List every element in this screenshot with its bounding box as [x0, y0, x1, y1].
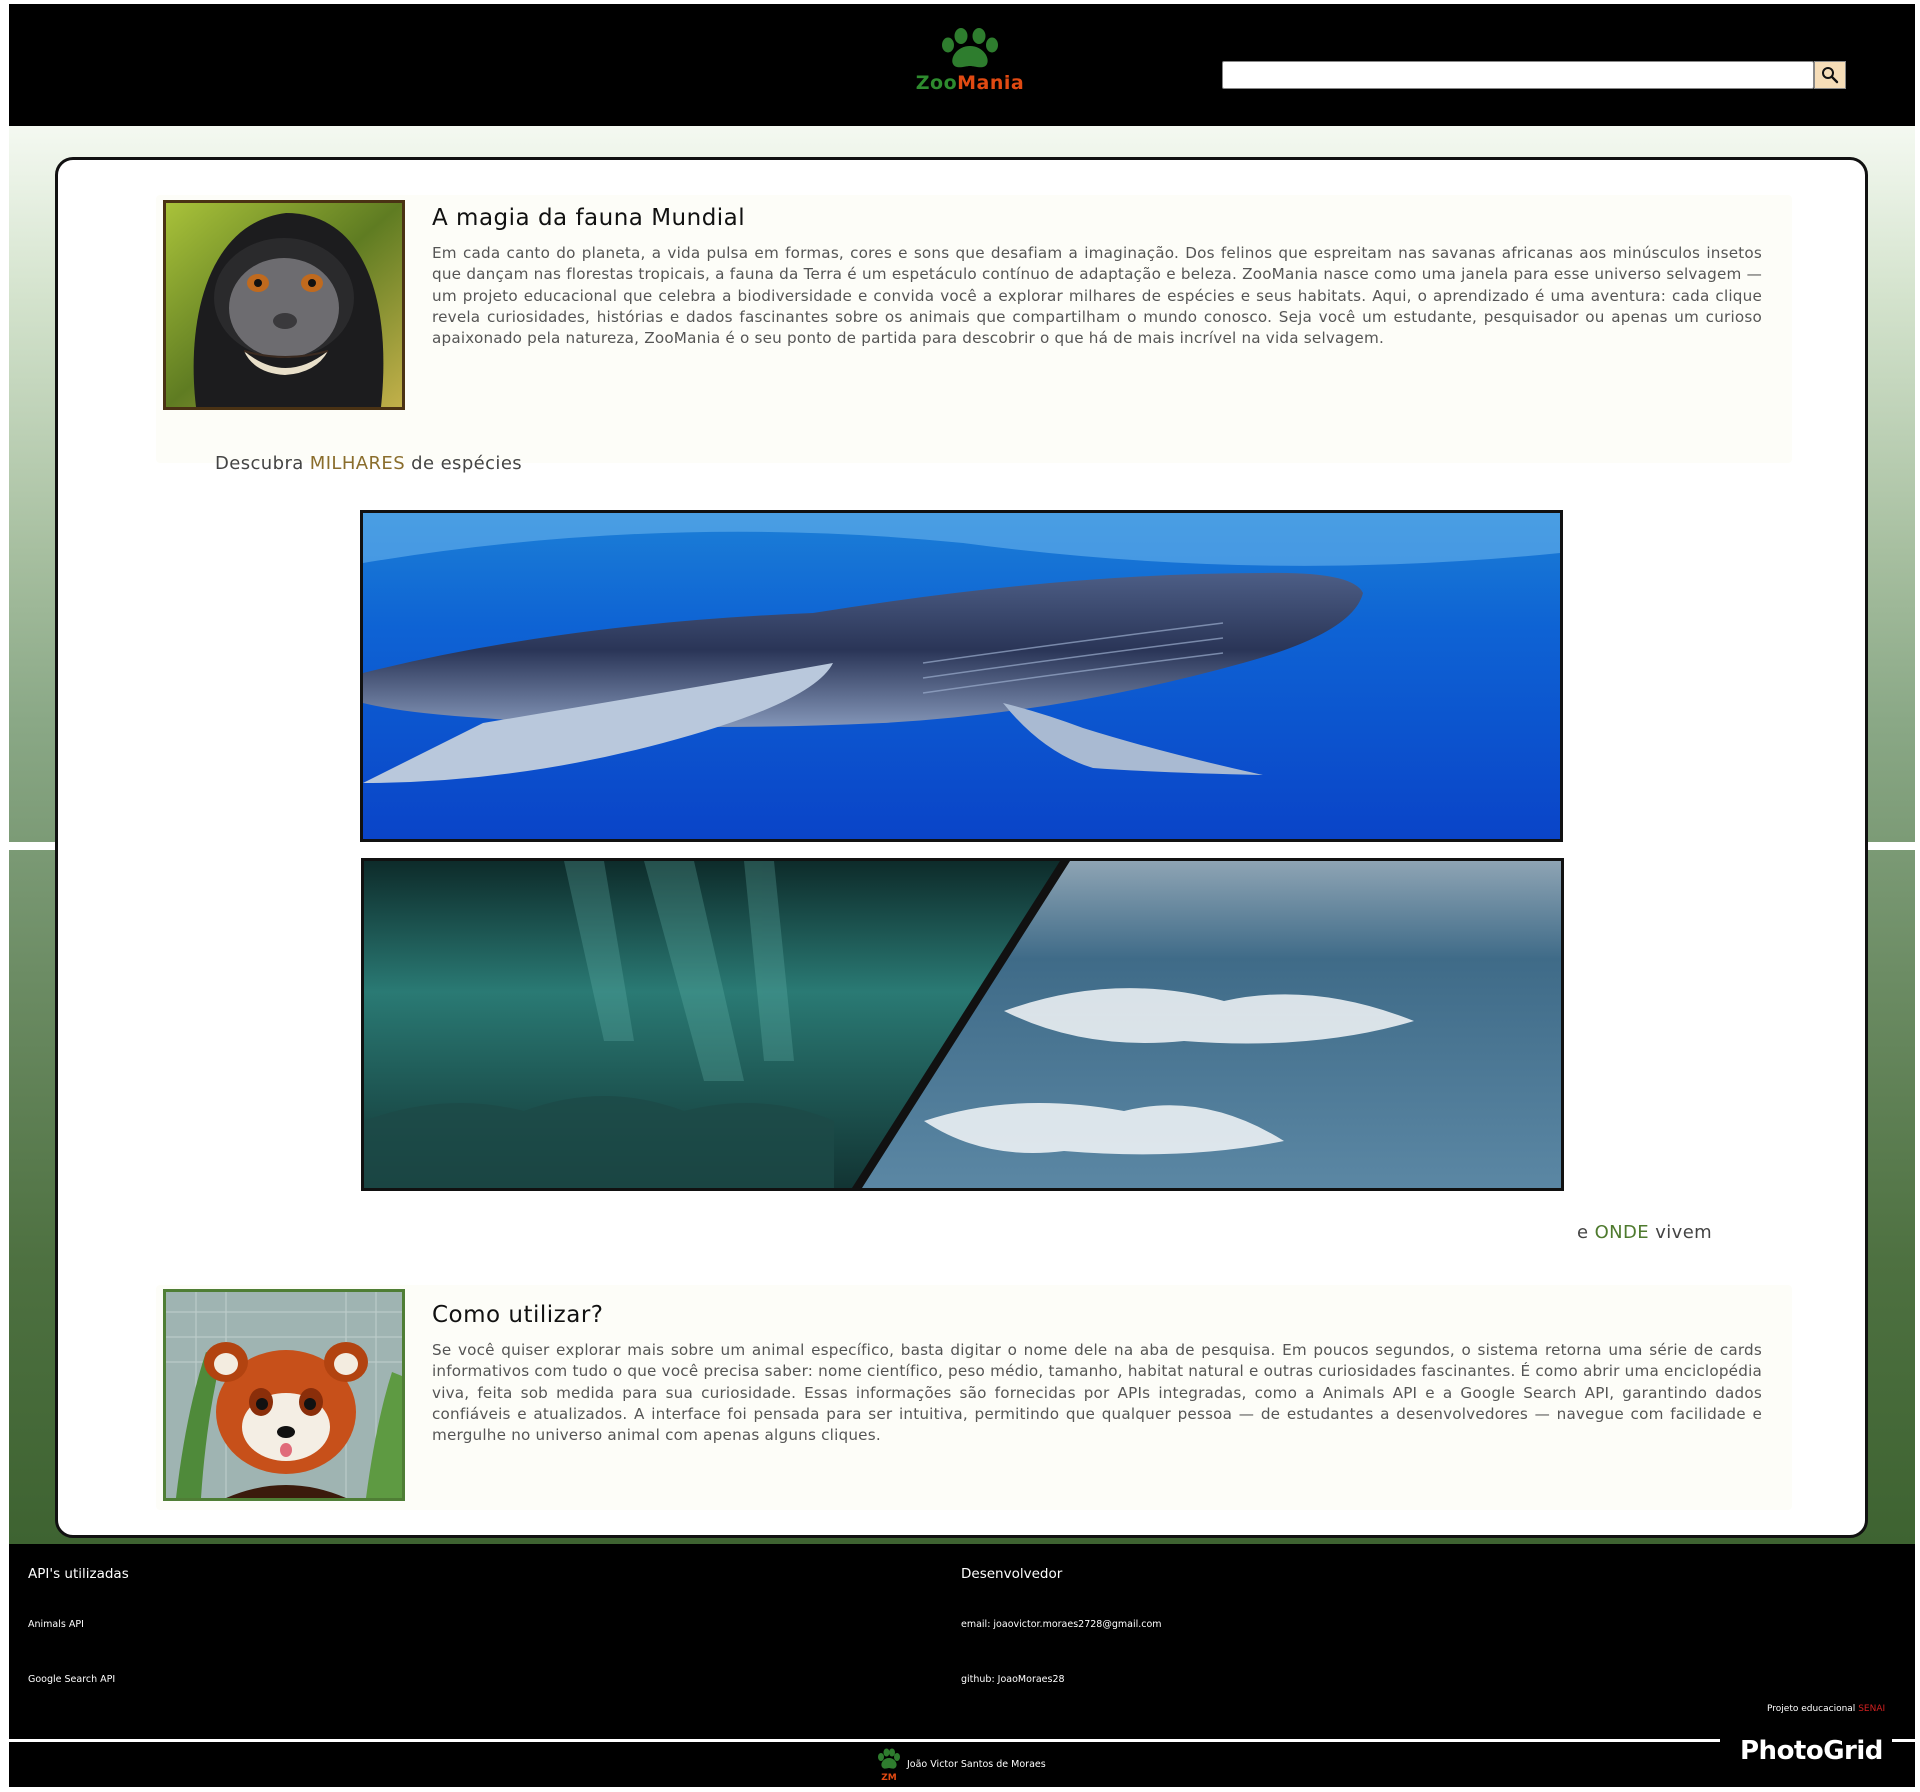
animals-api-link[interactable]: Animals API — [28, 1619, 84, 1630]
site-footer: API's utilizadas Animals API Google Sear… — [9, 1544, 1915, 1740]
credit-text: João Victor Santos de Moraes — [907, 1759, 1046, 1770]
habitat-tagline-after: vivem — [1649, 1222, 1713, 1243]
species-tagline-after: de espécies — [405, 453, 523, 474]
habitat-tagline: e ONDE vivem — [1577, 1222, 1712, 1243]
paw-icon — [942, 28, 998, 68]
howto-title: Como utilizar? — [432, 1302, 604, 1328]
logo-mania-text: Mania — [957, 72, 1025, 94]
search-icon — [1822, 67, 1839, 84]
search-button[interactable] — [1814, 61, 1846, 89]
site-header: ZooMania — [9, 4, 1915, 126]
apis-heading: API's utilizadas — [28, 1566, 129, 1582]
developer-email-link[interactable]: email: joaovictor.moraes2728@gmail.com — [961, 1619, 1162, 1630]
intro-title: A magia da fauna Mundial — [432, 205, 746, 231]
project-note: Projeto educacional SENAI — [1767, 1704, 1885, 1714]
google-search-api-link[interactable]: Google Search API — [28, 1674, 115, 1685]
red-panda-photo — [163, 1289, 405, 1501]
species-tagline-highlight: MILHARES — [309, 453, 406, 474]
intro-text: Em cada canto do planeta, a vida pulsa e… — [432, 244, 1762, 348]
habitat-tagline-before: e — [1577, 1222, 1595, 1243]
photogrid-watermark: PhotoGrid — [1740, 1736, 1883, 1766]
habitat-tagline-highlight: ONDE — [1594, 1222, 1650, 1243]
species-tagline: Descubra MILHARES de espécies — [215, 453, 522, 474]
zm-logo-text: ZM — [881, 1773, 897, 1782]
search-input[interactable] — [1222, 61, 1814, 89]
howto-text: Se você quiser explorar mais sobre um an… — [432, 1341, 1762, 1445]
zm-logo-icon: ZM — [875, 1748, 903, 1783]
whale-banner-image — [360, 510, 1563, 842]
species-tagline-before: Descubra — [215, 453, 310, 474]
credit-bar: ZM João Victor Santos de Moraes — [9, 1742, 1915, 1787]
developer-heading: Desenvolvedor — [961, 1566, 1063, 1582]
zoomania-logo[interactable]: ZooMania — [902, 28, 1038, 100]
project-org: SENAI — [1858, 1704, 1886, 1714]
macaque-photo — [163, 200, 405, 410]
developer-github-link[interactable]: github: JoaoMoraes28 — [961, 1674, 1065, 1685]
main-content-card: A magia da fauna Mundial Em cada canto d… — [55, 157, 1868, 1538]
project-note-text: Projeto educacional — [1767, 1704, 1856, 1714]
ocean-split-banner-image — [361, 858, 1564, 1191]
logo-zoo-text: Zoo — [915, 72, 958, 94]
